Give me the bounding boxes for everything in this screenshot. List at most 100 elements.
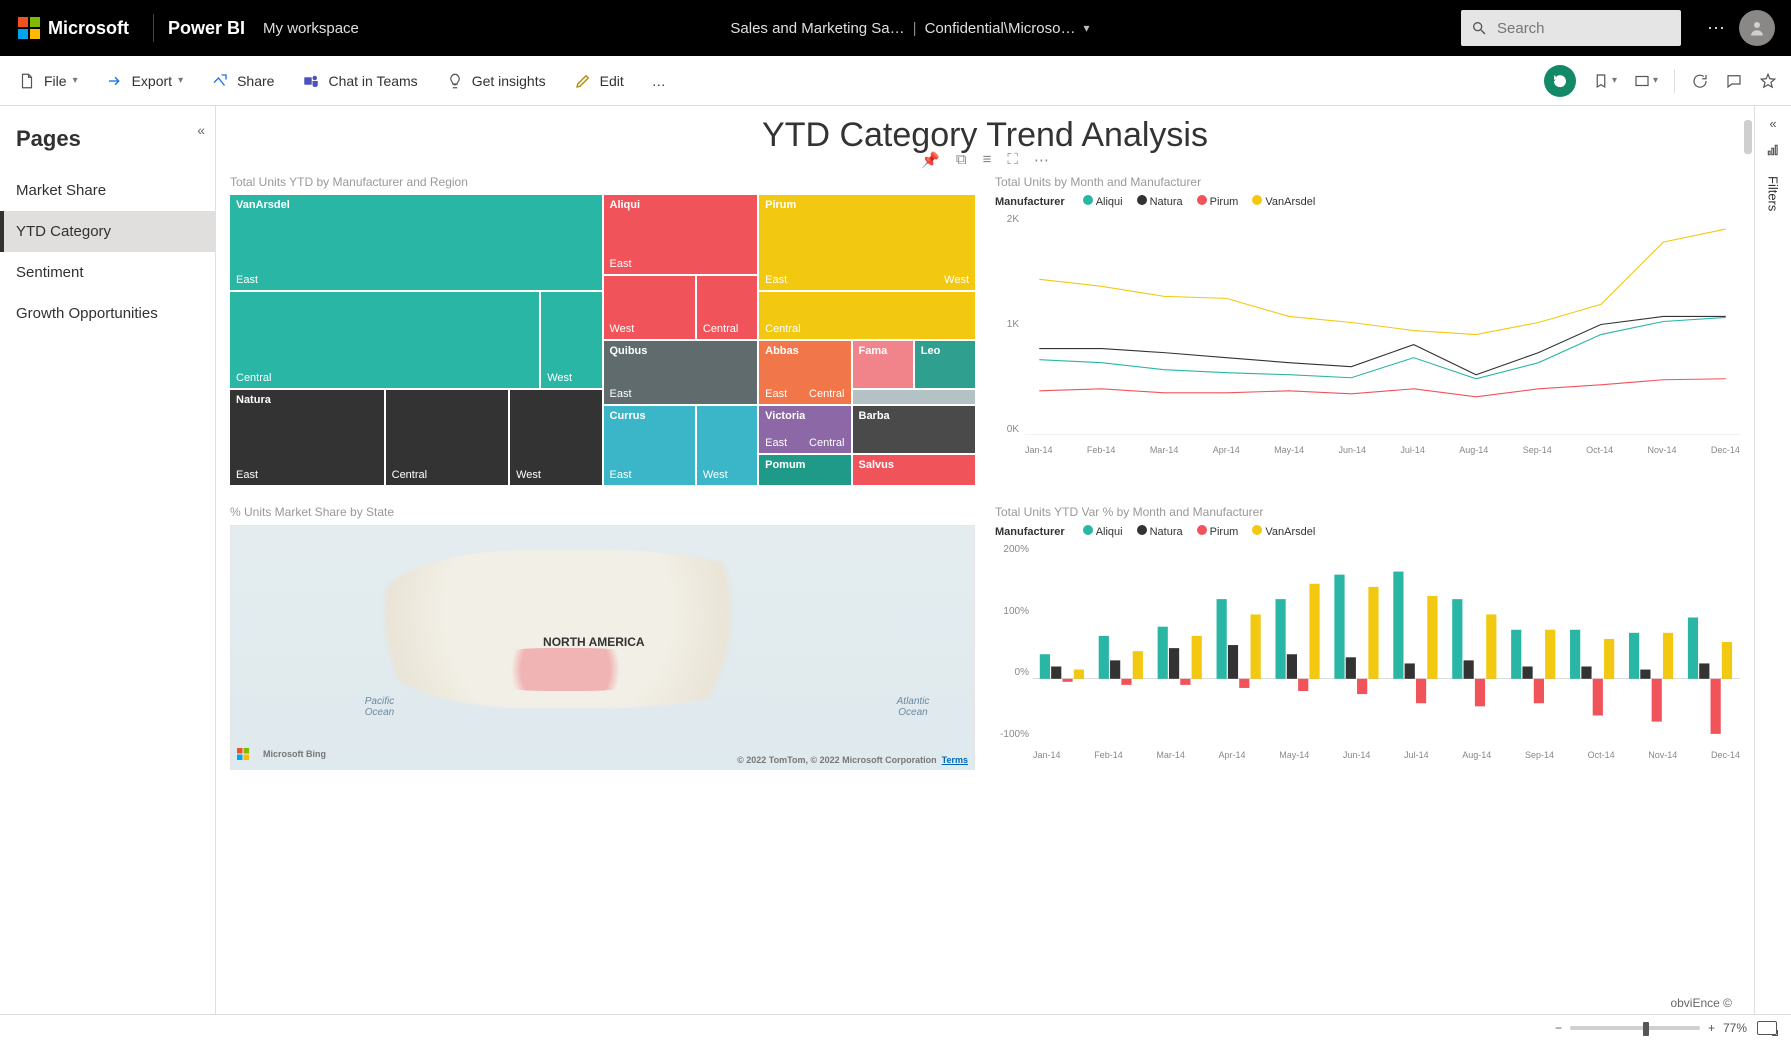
bookmark-icon [1592, 72, 1610, 90]
layout-icon [1633, 72, 1651, 90]
visual-header-toolbar: 📌 ⧉ ≡ ⛶ ⋯ [230, 151, 1740, 169]
reset-button[interactable] [1544, 65, 1576, 97]
chevron-down-icon: ▾ [1653, 75, 1658, 86]
refresh-button[interactable] [1691, 72, 1709, 90]
sensitivity-label: Confidential\Microso… [925, 20, 1076, 37]
report-breadcrumb[interactable]: Sales and Marketing Sa… | Confidential\M… [359, 20, 1461, 37]
tm-label: East [610, 469, 632, 481]
refresh-icon [1691, 72, 1709, 90]
search-input[interactable] [1495, 19, 1698, 38]
edit-label: Edit [600, 73, 624, 89]
ms-logo[interactable]: Microsoft [0, 17, 139, 39]
comment-button[interactable] [1725, 72, 1743, 90]
page-item-sentiment[interactable]: Sentiment [0, 252, 215, 293]
microsoft-logo-icon [237, 748, 249, 760]
expand-filters-icon[interactable]: « [1769, 116, 1776, 131]
legend-item: VanArsdel [1265, 196, 1315, 208]
person-icon [1748, 19, 1766, 37]
pin-icon[interactable]: 📌 [921, 151, 940, 169]
divider [1674, 69, 1675, 93]
map-terms-link[interactable]: Terms [942, 755, 968, 765]
y-axis: 200%100%0%-100% [995, 544, 1029, 740]
zoom-value: 77% [1723, 1021, 1747, 1035]
user-avatar[interactable] [1739, 10, 1775, 46]
legend-item: Aliqui [1096, 526, 1123, 538]
appbar-more-button[interactable]: ⋯ [1693, 18, 1739, 39]
share-button[interactable]: Share [207, 66, 278, 96]
tm-label: East [610, 388, 632, 400]
page-item-market-share[interactable]: Market Share [0, 170, 215, 211]
map-plot[interactable]: NORTH AMERICA PacificOcean AtlanticOcean… [230, 525, 975, 770]
zoom-slider-thumb[interactable] [1643, 1022, 1649, 1036]
pages-pane: « Pages Market Share YTD Category Sentim… [0, 106, 216, 1014]
insights-label: Get insights [472, 73, 546, 89]
barchart-plot[interactable]: 200%100%0%-100% Jan-14Feb-14Mar-14Apr-14… [995, 544, 1740, 760]
focus-icon[interactable]: ⛶ [1007, 151, 1018, 169]
more-icon[interactable]: ⋯ [1034, 151, 1049, 169]
visual-treemap[interactable]: Total Units YTD by Manufacturer and Regi… [230, 171, 975, 485]
page-item-ytd-category[interactable]: YTD Category [0, 211, 215, 252]
star-icon [1759, 72, 1777, 90]
linechart-plot[interactable]: 2K1K0K Jan-14Feb-14Mar-14Apr-14May-14Jun… [995, 214, 1740, 455]
legend-item: Aliqui [1096, 196, 1123, 208]
copy-icon[interactable]: ⧉ [956, 151, 967, 169]
tm-label: Central [809, 437, 844, 449]
filter-icon[interactable]: ≡ [983, 151, 992, 169]
tm-aliqui: Aliqui [610, 199, 641, 211]
search-box[interactable] [1461, 10, 1681, 46]
report-canvas-wrap[interactable]: YTD Category Trend Analysis 📌 ⧉ ≡ ⛶ ⋯ To… [216, 106, 1755, 1014]
obvience-credit: obviEnce © [1670, 996, 1732, 1010]
tm-vanarsdel: VanArsdel [236, 199, 290, 211]
fit-to-page-button[interactable] [1757, 1021, 1777, 1035]
bookmark-menu[interactable]: ▾ [1592, 72, 1617, 90]
zoom-slider[interactable] [1570, 1026, 1700, 1030]
tm-abbas: Abbas [765, 345, 799, 357]
view-menu[interactable]: ▾ [1633, 72, 1658, 90]
insights-button[interactable]: Get insights [442, 66, 550, 96]
file-label: File [44, 73, 67, 89]
workspace-crumb[interactable]: My workspace [263, 20, 359, 37]
edit-button[interactable]: Edit [570, 66, 628, 96]
file-menu[interactable]: File ▾ [14, 66, 82, 96]
tm-label: West [547, 372, 572, 384]
map-heat-usa [469, 648, 662, 692]
report-title: YTD Category Trend Analysis [230, 116, 1740, 155]
report-canvas: YTD Category Trend Analysis 📌 ⧉ ≡ ⛶ ⋯ To… [230, 116, 1740, 770]
scrollbar-thumb[interactable] [1744, 120, 1752, 154]
teams-button[interactable]: Chat in Teams [298, 66, 421, 96]
tm-pirum: Pirum [765, 199, 796, 211]
legend-title: Manufacturer [995, 526, 1065, 538]
filters-icon[interactable] [1766, 143, 1780, 160]
line-svg [1025, 214, 1740, 435]
chevron-down-icon: ▾ [73, 75, 78, 86]
tm-label: Central [703, 323, 738, 335]
tm-label: Central [765, 323, 800, 335]
legend-title: Manufacturer [995, 196, 1065, 208]
collapse-pages-icon[interactable]: « [197, 122, 205, 138]
teams-label: Chat in Teams [328, 73, 417, 89]
export-menu[interactable]: Export ▾ [102, 66, 188, 96]
favorite-button[interactable] [1759, 72, 1777, 90]
tm-label: East [765, 388, 787, 400]
tm-label: East [236, 469, 258, 481]
visual-barchart[interactable]: Total Units YTD Var % by Month and Manuf… [995, 501, 1740, 770]
page-item-growth[interactable]: Growth Opportunities [0, 293, 215, 334]
tm-fama: Fama [859, 345, 888, 357]
visual-linechart[interactable]: Total Units by Month and Manufacturer Ma… [995, 171, 1740, 485]
zoom-out-button[interactable]: − [1555, 1021, 1562, 1035]
filters-pane-collapsed[interactable]: « Filters [1755, 106, 1791, 1014]
chevron-down-icon[interactable]: ▾ [1083, 21, 1089, 35]
cmdbar-more[interactable]: … [648, 67, 670, 95]
zoom-in-button[interactable]: + [1708, 1021, 1715, 1035]
treemap-plot[interactable]: VanArsdelEast Central West NaturaEast Ce… [230, 195, 975, 485]
tm-label: East [610, 258, 632, 270]
brand-product[interactable]: Power BI [168, 18, 245, 39]
tm-label: Central [392, 469, 427, 481]
tm-label: West [703, 469, 728, 481]
brand-company: Microsoft [48, 18, 129, 39]
legend-item: Pirum [1210, 196, 1239, 208]
zoom-control[interactable]: − + 77% [1555, 1021, 1747, 1035]
visual-map[interactable]: % Units Market Share by State NORTH AMER… [230, 501, 975, 770]
more-label: … [652, 73, 666, 89]
tm-label: West [944, 274, 969, 286]
